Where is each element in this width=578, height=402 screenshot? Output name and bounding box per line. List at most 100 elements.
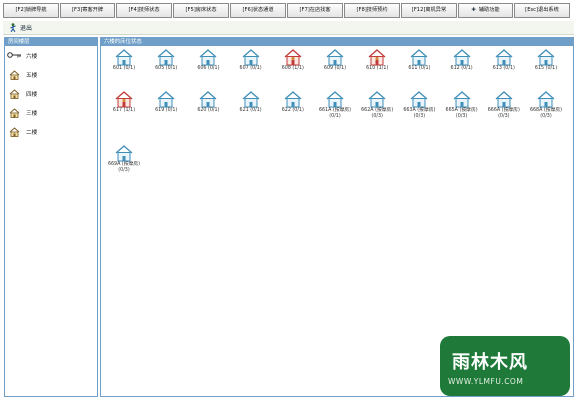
room-label: 607 (0/1)	[239, 66, 262, 71]
room-label: 668A (按摩房) (0/3)	[529, 108, 563, 119]
room-label: 612 (0/1)	[450, 66, 473, 71]
room-label: 611 (0/1)	[408, 66, 431, 71]
watermark-url: WWW.YLMFU.COM	[448, 377, 524, 386]
exit-label: 退出	[20, 25, 33, 32]
open-card-button[interactable]: [F3]寄客开牌	[60, 3, 115, 18]
floor-item-2[interactable]: 二楼	[9, 126, 37, 138]
plus-icon: ✚	[471, 7, 476, 13]
room-label: 663A (按摩房) (0/3)	[403, 108, 436, 119]
room-free[interactable]: 613 (0/1)	[484, 48, 524, 72]
occupied-room-icon	[368, 49, 386, 66]
floor-panel-title: 房间楼层	[5, 38, 97, 46]
floor-item-4[interactable]: 四楼	[9, 88, 37, 100]
vacant-room-icon	[326, 49, 344, 66]
room-label: 608 (1/1)	[281, 66, 304, 71]
room-free[interactable]: 669A (按摩房) (0/3)	[104, 144, 144, 174]
watermark-logo: 雨林木风 WWW.YLMFU.COM	[440, 336, 570, 396]
room-free[interactable]: 615 (0/1)	[526, 48, 566, 72]
room-label: 605 (0/1)	[155, 66, 178, 71]
exit-bar: 退出	[3, 21, 574, 35]
room-label: 610 (1/1)	[366, 66, 389, 71]
room-label: 669A (按摩房) (0/3)	[107, 162, 141, 173]
floor-item-6[interactable]: 六楼	[7, 50, 37, 62]
room-free[interactable]: 662A (按摩房) (0/3)	[357, 90, 397, 120]
floor-item-3[interactable]: 三楼	[9, 107, 37, 119]
room-label: 615 (0/1)	[534, 66, 558, 71]
room-free[interactable]: 620 (0/1)	[188, 90, 228, 114]
house-icon	[9, 127, 20, 137]
technician-status-button[interactable]: [F4]技师状态	[116, 3, 172, 18]
room-label: 665A (按摩房) (0/3)	[445, 108, 478, 119]
vacant-room-icon	[242, 49, 260, 66]
room-free[interactable]: 607 (0/1)	[231, 48, 271, 72]
room-occupied[interactable]: 617 (1/1)	[104, 90, 144, 114]
room-free[interactable]: 668A (按摩房) (0/3)	[526, 90, 566, 120]
room-panel-title: 六楼的床位状态	[101, 38, 573, 46]
house-icon	[9, 70, 20, 80]
exit-system-button[interactable]: [Esc]退出系统	[514, 3, 570, 18]
room-label: 620 (0/1)	[197, 108, 220, 113]
vacant-room-icon	[115, 145, 133, 162]
watermark-title: 雨林木风	[452, 352, 528, 373]
vacant-room-icon	[115, 49, 133, 66]
room-occupied[interactable]: 610 (1/1)	[357, 48, 397, 72]
vacant-room-icon	[157, 49, 175, 66]
vacant-room-icon	[368, 91, 386, 108]
find-guest-button[interactable]: [F7]在店找客	[287, 3, 343, 18]
room-label: 601 (0/1)	[112, 66, 136, 71]
offline-exception-button[interactable]: [F12]离机异常	[401, 3, 457, 18]
vacant-room-icon	[537, 91, 555, 108]
vacant-room-icon	[453, 49, 471, 66]
floor-label: 六楼	[26, 54, 38, 60]
lock-nav-button[interactable]: [F2]锁牌导航	[3, 3, 59, 18]
room-label: 622 (0/1)	[281, 108, 304, 113]
exit-person-icon	[9, 23, 17, 33]
room-free[interactable]: 665A (按摩房) (0/3)	[442, 90, 482, 120]
room-free[interactable]: 612 (0/1)	[442, 48, 482, 72]
vacant-room-icon	[157, 91, 175, 108]
floor-panel: 房间楼层 六楼 五楼 四楼 三楼 二楼	[4, 37, 98, 397]
floor-item-5[interactable]: 五楼	[9, 69, 37, 81]
vacant-room-icon	[537, 49, 555, 66]
auxiliary-functions-label: 辅助功能	[478, 7, 500, 13]
room-occupied[interactable]: 608 (1/1)	[273, 48, 313, 72]
floor-label: 三楼	[26, 111, 38, 117]
floor-label: 五楼	[26, 73, 38, 79]
room-free[interactable]: 611 (0/1)	[399, 48, 439, 72]
room-bed-status-button[interactable]: [F5]房床状态	[173, 3, 229, 18]
vacant-room-icon	[410, 91, 428, 108]
status-channel-button[interactable]: [F6]状态通道	[230, 3, 286, 18]
room-label: 662A (按摩房) (0/3)	[361, 108, 394, 119]
vacant-room-icon	[242, 91, 260, 108]
room-free[interactable]: 605 (0/1)	[146, 48, 186, 72]
vacant-room-icon	[495, 91, 513, 108]
room-free[interactable]: 663A (按摩房) (0/3)	[399, 90, 439, 120]
room-free[interactable]: 606 (0/1)	[188, 48, 228, 72]
room-free[interactable]: 609 (0/1)	[315, 48, 355, 72]
floor-label: 二楼	[26, 130, 38, 136]
house-icon	[9, 108, 20, 118]
room-free[interactable]: 666A (按摩房) (0/3)	[484, 90, 524, 120]
occupied-room-icon	[284, 49, 302, 66]
vacant-room-icon	[326, 91, 344, 108]
room-free[interactable]: 601 (0/1)	[104, 48, 144, 72]
room-label: 661A (按摩房) (0/1)	[318, 108, 352, 119]
vacant-room-icon	[495, 49, 513, 66]
room-label: 613 (0/1)	[492, 66, 515, 71]
vacant-room-icon	[453, 91, 471, 108]
auxiliary-functions-button[interactable]: ✚ 辅助功能	[458, 3, 513, 18]
technician-booking-button[interactable]: [F8]技师预约	[344, 3, 400, 18]
room-free[interactable]: 622 (0/1)	[273, 90, 313, 114]
floor-label: 四楼	[26, 92, 38, 98]
room-free[interactable]: 619 (0/1)	[146, 90, 186, 114]
room-free[interactable]: 661A (按摩房) (0/1)	[315, 90, 355, 120]
exit-button[interactable]: 退出	[9, 22, 32, 33]
room-label: 621 (0/1)	[239, 108, 262, 113]
house-icon	[9, 89, 20, 99]
room-label: 617 (1/1)	[112, 108, 136, 113]
room-label: 619 (0/1)	[155, 108, 178, 113]
room-free[interactable]: 621 (0/1)	[231, 90, 271, 114]
occupied-room-icon	[115, 91, 133, 108]
room-label: 606 (0/1)	[197, 66, 220, 71]
vacant-room-icon	[199, 49, 217, 66]
